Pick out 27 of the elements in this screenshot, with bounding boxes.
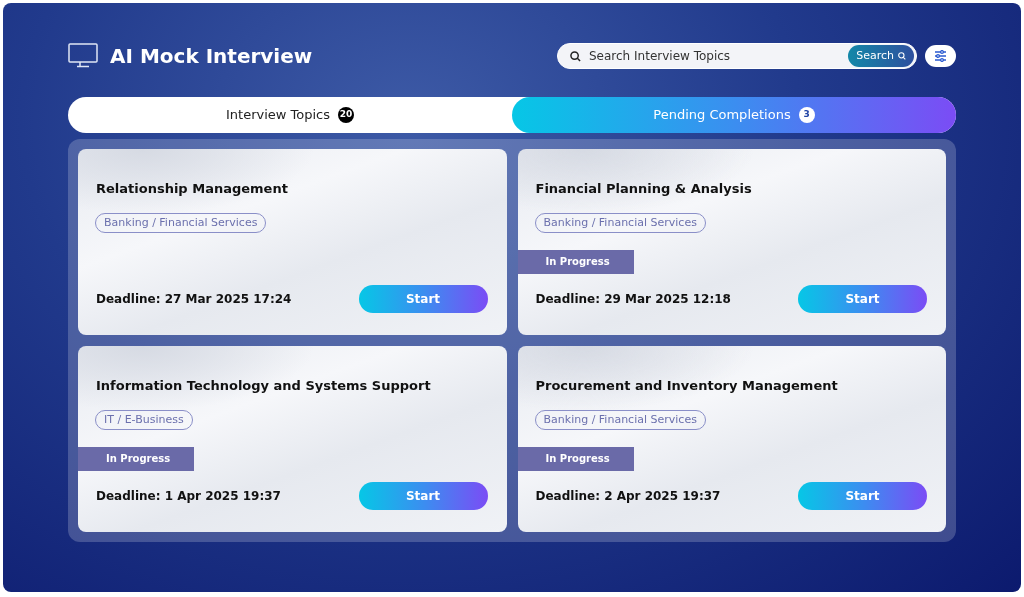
deadline-text: Deadline: 1 Apr 2025 19:37 xyxy=(96,488,281,505)
count-badge: 20 xyxy=(338,107,355,123)
search-field[interactable]: Search Interview Topics Search xyxy=(557,43,917,69)
count-badge: 3 xyxy=(798,107,815,123)
deadline-text: Deadline: 29 Mar 2025 12:18 xyxy=(535,291,731,308)
status-label: In Progress xyxy=(517,249,634,274)
deadline-text: Deadline: 27 Mar 2025 17:24 xyxy=(96,291,292,308)
status-label: In Progress xyxy=(78,446,194,471)
card-title: Financial Planning & Analysis xyxy=(534,180,753,198)
tab[interactable]: Pending Completions 3 xyxy=(512,97,956,133)
card-title: Procurement and Inventory Management xyxy=(534,377,839,395)
deadline-text: Deadline: 2 Apr 2025 19:37 xyxy=(535,488,721,505)
start-button[interactable]: Start xyxy=(358,482,488,510)
status-label: In Progress xyxy=(517,446,634,471)
sliders-icon xyxy=(934,50,947,62)
app-title: AI Mock Interview xyxy=(110,43,313,70)
start-button[interactable]: Start xyxy=(798,285,927,313)
card-title: Relationship Management xyxy=(95,180,289,198)
card-title: Information Technology and Systems Support xyxy=(95,377,432,395)
start-button[interactable]: Start xyxy=(358,285,488,313)
tab[interactable]: Interview Topics 20 xyxy=(68,97,512,133)
search-icon xyxy=(898,52,906,60)
monitor-icon xyxy=(68,43,98,69)
search-icon xyxy=(570,50,581,62)
filter-button[interactable] xyxy=(925,45,956,67)
search-button[interactable]: Search xyxy=(848,45,914,67)
start-button[interactable]: Start xyxy=(798,482,927,510)
